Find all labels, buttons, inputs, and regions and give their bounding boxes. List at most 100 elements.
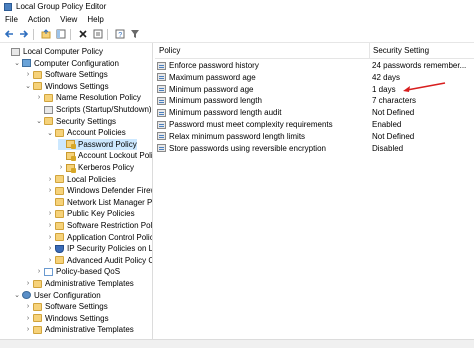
tree-item-software-settings[interactable]: › Software Settings: [25, 69, 108, 80]
chevron-right-icon[interactable]: ›: [25, 71, 31, 78]
chevron-right-icon[interactable]: ›: [58, 164, 64, 171]
chevron-down-icon[interactable]: ⌄: [36, 117, 42, 125]
tree-item-public-key-policies[interactable]: › Public Key Policies: [47, 208, 135, 219]
tree-item-software-restriction-policies[interactable]: › Software Restriction Policies: [47, 220, 152, 231]
chevron-right-icon[interactable]: ›: [25, 315, 31, 322]
tree-item-label: Windows Defender Firewall: [67, 186, 152, 196]
tree-item-ip-security-policies-on-local[interactable]: › IP Security Policies on Local: [47, 243, 152, 254]
policy-value: 24 passwords remember...: [372, 61, 467, 70]
tree-item-label: Application Control Policies: [67, 232, 152, 242]
tree-item-scripts-startup-shutdown[interactable]: Scripts (Startup/Shutdown): [36, 104, 152, 115]
chevron-right-icon[interactable]: ›: [36, 268, 42, 275]
tree-item-administrative-templates[interactable]: › Administrative Templates: [25, 278, 134, 289]
policy-row[interactable]: Minimum password length audit Not Defined: [155, 107, 474, 118]
tree-item-windows-defender-firewall[interactable]: › Windows Defender Firewall: [47, 185, 152, 196]
policy-setting-icon: [157, 120, 166, 129]
chevron-down-icon[interactable]: ⌄: [14, 291, 20, 299]
tree-item-software-settings[interactable]: › Software Settings: [25, 301, 108, 312]
console-tree[interactable]: Local Computer Policy ⌄ Computer Configura…: [0, 43, 153, 339]
folder-icon: [33, 314, 42, 323]
policy-name: Relax minimum password length limits: [169, 131, 306, 141]
menu-help[interactable]: Help: [82, 15, 108, 24]
tree-item-security-settings[interactable]: ⌄ Security Settings: [36, 116, 116, 127]
folder-icon: [44, 117, 53, 126]
menu-view[interactable]: View: [55, 15, 82, 24]
tree-item-local-policies[interactable]: › Local Policies: [47, 174, 116, 185]
folder-icon: [33, 82, 42, 91]
tree-item-policy-based-qos[interactable]: › Policy-based QoS: [36, 266, 120, 277]
tree-item-computer-configuration[interactable]: ⌄ Computer Configuration: [14, 58, 119, 69]
column-header-policy[interactable]: Policy: [159, 46, 180, 55]
up-folder-icon[interactable]: [40, 28, 52, 40]
tree-item-account-lockout-policy[interactable]: Account Lockout Policy: [58, 150, 152, 161]
tree-item-kerberos-policy[interactable]: › Kerberos Policy: [58, 162, 134, 173]
policy-row[interactable]: Enforce password history 24 passwords rem…: [155, 60, 474, 71]
tree-item-label: Advanced Audit Policy Cont: [67, 255, 152, 265]
tree-item-label: Scripts (Startup/Shutdown): [56, 105, 152, 114]
menu-file[interactable]: File: [0, 15, 23, 24]
chevron-right-icon[interactable]: ›: [47, 222, 53, 229]
chevron-right-icon[interactable]: ›: [47, 176, 53, 183]
folder-icon: [55, 198, 64, 207]
tree-item-application-control-policies[interactable]: › Application Control Policies: [47, 232, 152, 243]
chevron-right-icon[interactable]: ›: [36, 94, 42, 101]
policy-name: Minimum password length: [169, 96, 262, 106]
tree-item-administrative-templates[interactable]: › Administrative Templates: [25, 324, 134, 335]
policy-row[interactable]: Minimum password length 7 characters: [155, 95, 474, 106]
tree-item-advanced-audit-policy-cont[interactable]: › Advanced Audit Policy Cont: [47, 255, 152, 266]
policy-row[interactable]: Password must meet complexity requiremen…: [155, 119, 474, 130]
tree-item-label: Computer Configuration: [34, 58, 119, 68]
toolbar: ?: [0, 26, 474, 43]
tree-item-label: Local Computer Policy: [23, 47, 104, 56]
tree-item-network-list-manager-policies[interactable]: Network List Manager Policies: [47, 197, 152, 208]
toolbar-separator: [33, 28, 34, 40]
tree-item-label: Policy-based QoS: [56, 267, 121, 277]
list-header: Policy Security Setting: [155, 43, 474, 59]
tree-item-local-computer-policy[interactable]: Local Computer Policy: [3, 46, 103, 57]
chevron-right-icon[interactable]: ›: [25, 303, 31, 310]
column-header-security-setting[interactable]: Security Setting: [369, 43, 429, 58]
user-icon: [22, 291, 31, 300]
tree-item-name-resolution-policy[interactable]: › Name Resolution Policy: [36, 92, 141, 103]
tree-item-user-configuration[interactable]: ⌄ User Configuration: [14, 290, 101, 301]
policy-row[interactable]: Relax minimum password length limits Not …: [155, 131, 474, 142]
chevron-down-icon[interactable]: ⌄: [14, 59, 20, 67]
show-hide-tree-icon[interactable]: [55, 28, 67, 40]
tree-item-label: Kerberos Policy: [78, 163, 135, 172]
tree-item-account-policies[interactable]: ⌄ Account Policies: [47, 127, 126, 138]
chevron-right-icon[interactable]: ›: [47, 257, 53, 264]
chevron-right-icon[interactable]: ›: [47, 210, 53, 217]
policy-icon: [44, 105, 53, 114]
chevron-down-icon[interactable]: ⌄: [47, 129, 53, 137]
tree-item-label: Administrative Templates: [45, 279, 134, 288]
tree-item-label: Account Policies: [67, 128, 126, 138]
filter-icon[interactable]: [129, 28, 141, 40]
tree-item-label: Public Key Policies: [67, 209, 135, 219]
red-annotation-arrow: [403, 82, 446, 92]
tree-item-password-policy[interactable]: Password Policy: [58, 138, 137, 150]
tree-item-label: Security Settings: [56, 116, 117, 126]
chevron-right-icon[interactable]: ›: [47, 234, 53, 241]
chevron-right-icon[interactable]: ›: [47, 245, 53, 252]
properties-icon[interactable]: [92, 28, 104, 40]
delete-icon[interactable]: [77, 28, 89, 40]
folder-icon: [44, 93, 53, 102]
tree-item-label: Software Settings: [45, 70, 108, 80]
menu-action[interactable]: Action: [23, 15, 55, 24]
chevron-right-icon[interactable]: ›: [47, 187, 53, 194]
chevron-right-icon[interactable]: ›: [25, 280, 31, 287]
policy-name: Minimum password age: [169, 84, 254, 94]
folder-icon: [33, 325, 42, 334]
forward-arrow-icon[interactable]: [18, 28, 30, 40]
chevron-down-icon[interactable]: ⌄: [25, 82, 31, 90]
tree-item-windows-settings[interactable]: › Windows Settings: [25, 313, 109, 324]
chevron-right-icon[interactable]: ›: [25, 326, 31, 333]
help-icon[interactable]: ?: [114, 28, 126, 40]
folder-icon: [55, 128, 64, 137]
back-arrow-icon[interactable]: [3, 28, 15, 40]
tree-item-windows-settings[interactable]: ⌄ Windows Settings: [25, 81, 109, 92]
folder-icon: [55, 209, 64, 218]
policy-setting-icon: [157, 61, 166, 70]
computer-icon: [22, 59, 31, 68]
policy-row[interactable]: Store passwords using reversible encrypt…: [155, 143, 474, 154]
